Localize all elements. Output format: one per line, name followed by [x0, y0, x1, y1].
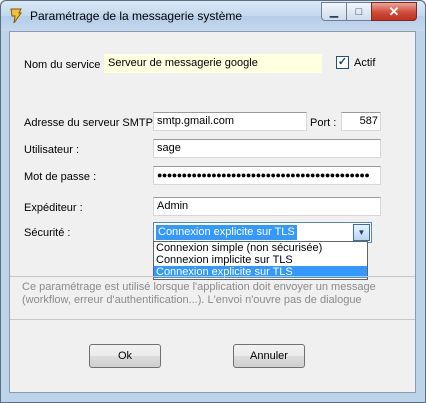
active-label: Actif: [354, 57, 376, 69]
security-selected-value: Connexion explicite sur TLS: [156, 225, 297, 240]
port-label: Port :: [310, 117, 337, 129]
close-icon: ✕: [388, 3, 400, 19]
security-options-list: Connexion simple (non sécurisée) Connexi…: [153, 241, 368, 280]
service-name-field[interactable]: Serveur de messagerie google: [104, 54, 322, 73]
user-field[interactable]: sage: [153, 139, 381, 158]
dialog-client-area: Nom du service : Serveur de messagerie g…: [9, 31, 416, 393]
close-button[interactable]: ✕: [371, 2, 417, 21]
sender-field[interactable]: Admin: [153, 197, 381, 216]
dialog-window: Paramétrage de la messagerie système ▁ □…: [0, 0, 426, 403]
title-bar[interactable]: Paramétrage de la messagerie système ▁ □…: [1, 1, 425, 31]
user-label: Utilisateur :: [24, 144, 80, 156]
service-name-label: Nom du service :: [24, 59, 107, 71]
smtp-server-label: Adresse du serveur SMTP :: [24, 117, 159, 129]
password-label: Mot de passe :: [24, 171, 97, 183]
smtp-server-field[interactable]: smtp.gmail.com: [153, 112, 307, 131]
security-option[interactable]: Connexion simple (non sécurisée): [154, 242, 367, 254]
checkmark-icon: ✓: [337, 56, 348, 68]
port-field[interactable]: 587: [341, 112, 381, 131]
minimize-button[interactable]: ▁: [321, 2, 347, 21]
security-select[interactable]: Connexion explicite sur TLS ▼: [153, 222, 372, 243]
maximize-button[interactable]: □: [346, 2, 372, 21]
sender-label: Expéditeur :: [24, 202, 83, 214]
active-checkbox[interactable]: ✓: [336, 56, 349, 69]
minimize-icon: ▁: [329, 6, 339, 18]
window-title: Paramétrage de la messagerie système: [30, 9, 243, 23]
password-field[interactable]: ●●●●●●●●●●●●●●●●●●●●●●●●●●●●●●●●●●●●●●●●…: [153, 166, 381, 185]
security-option[interactable]: Connexion implicite sur TLS: [154, 254, 367, 266]
security-label: Sécurité :: [24, 227, 71, 239]
help-text: Ce paramétrage est utilisé lorsque l'app…: [10, 276, 415, 320]
dropdown-arrow-icon[interactable]: ▼: [353, 224, 370, 241]
app-icon: [10, 8, 22, 24]
ok-button[interactable]: Ok: [89, 344, 161, 368]
cancel-button[interactable]: Annuler: [233, 344, 305, 368]
maximize-icon: □: [355, 5, 363, 18]
